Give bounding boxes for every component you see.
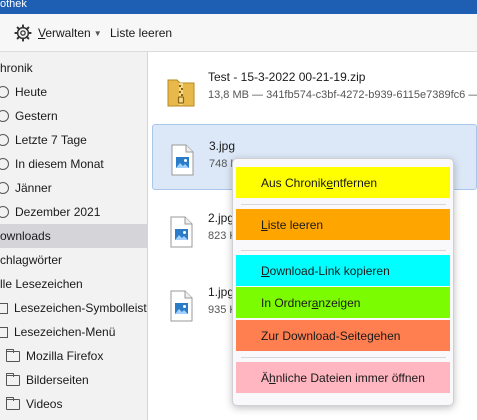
library-sidebar: hronik Heute Gestern Letzte 7 Tage In diesem… [0,52,148,420]
sidebar-item-label: Videos [26,397,63,411]
image-file-icon [170,216,193,248]
bookmark-folder-icon [0,302,8,314]
sidebar-item[interactable]: Heute [0,80,147,104]
sidebar-item-label: Mozilla Firefox [26,349,104,363]
sidebar-item-label: Bilderseiten [26,373,89,387]
sidebar-item-label: Jänner [15,181,52,195]
sidebar-item[interactable]: Letzte 7 Tage [0,128,147,152]
sidebar-item[interactable]: Lesezeichen-Menü [0,320,147,344]
sidebar-item[interactable]: In diesem Monat [0,152,147,176]
folder-icon [6,396,20,410]
clock-icon [0,182,9,194]
clock-icon [0,86,9,98]
sidebar-item[interactable]: hronik [0,56,147,80]
folder-icon [6,348,20,362]
sidebar-item[interactable]: Gestern [0,104,147,128]
menu-separator [241,250,446,251]
sidebar-item-label: ownloads [0,229,51,243]
clock-icon [0,110,9,122]
sidebar-item-label: chlagwörter [0,253,63,267]
clock-icon [0,206,9,218]
menu-separator [241,204,446,205]
sidebar-item[interactable]: Dezember 2021 [0,200,147,224]
manage-label: Verwalten [38,26,91,40]
manage-button[interactable]: Verwalten ▼ [14,22,102,44]
download-filename: 2.jpg [208,211,235,225]
sidebar-item[interactable]: Videos [0,392,147,416]
sidebar-item[interactable]: Lesezeichen-Symbolleiste [0,296,148,320]
context-menu: Aus Chronik e ntfernen Liste leeren Downloa… [232,158,454,406]
download-item[interactable]: Test - 15-3-2022 00-21-19.zip 13,8 MB — 3… [152,56,477,122]
menu-always-open-similar[interactable]: Äh nliche Dateien immer öffnen [236,362,450,393]
menu-show-in-folder[interactable]: In Ordner a nzeigen [236,287,450,318]
chevron-down-icon: ▼ [93,28,102,38]
sidebar-item-label: Dezember 2021 [15,205,101,219]
zip-file-icon [167,79,195,107]
sidebar-item-label: In diesem Monat [15,157,104,171]
download-filename: 1.jpg [208,285,235,299]
toolbar: Verwalten ▼ Liste leeren [0,14,477,52]
sidebar-item[interactable]: Bilderseiten [0,368,147,392]
menu-separator [241,357,446,358]
sidebar-item[interactable]: lle Lesezeichen [0,272,147,296]
image-file-icon [170,290,193,322]
sidebar-item-label: Lesezeichen-Menü [14,325,116,339]
menu-go-to-download-page[interactable]: Zur Download-Seite g ehen [236,320,450,351]
window-titlebar: othek [0,0,477,14]
gear-icon [14,24,32,42]
image-file-icon [171,144,194,176]
sidebar-item-label: Gestern [15,109,58,123]
sidebar-item[interactable]: Jänner [0,176,147,200]
folder-icon [6,372,20,386]
menu-copy-download-link[interactable]: Download-Link kopieren [236,255,450,286]
clear-list-button[interactable]: Liste leeren [110,22,172,44]
clock-icon [0,158,9,170]
download-filename: 3.jpg [209,139,236,153]
menu-clear-list[interactable]: Liste leeren [236,209,450,240]
clock-icon [0,134,9,146]
sidebar-item-label: hronik [0,61,33,75]
sidebar-item[interactable]: Mozilla Firefox [0,344,147,368]
download-status: 13,8 MB — 341fb574-c3bf-4272-b939-6115e7… [208,89,477,101]
download-filename: Test - 15-3-2022 00-21-19.zip [208,70,366,84]
sidebar-item-label: Heute [15,85,48,99]
sidebar-item[interactable]: chlagwörter [0,248,147,272]
sidebar-item-label: Lesezeichen-Symbolleiste [14,301,148,315]
sidebar-item[interactable]: ownloads [0,224,147,248]
sidebar-item-label: lle Lesezeichen [0,277,83,291]
menu-remove-from-history[interactable]: Aus Chronik e ntfernen [236,167,450,198]
sidebar-item-label: Letzte 7 Tage [15,133,87,147]
window-title: othek [0,0,27,10]
bookmark-folder-icon [0,326,8,338]
